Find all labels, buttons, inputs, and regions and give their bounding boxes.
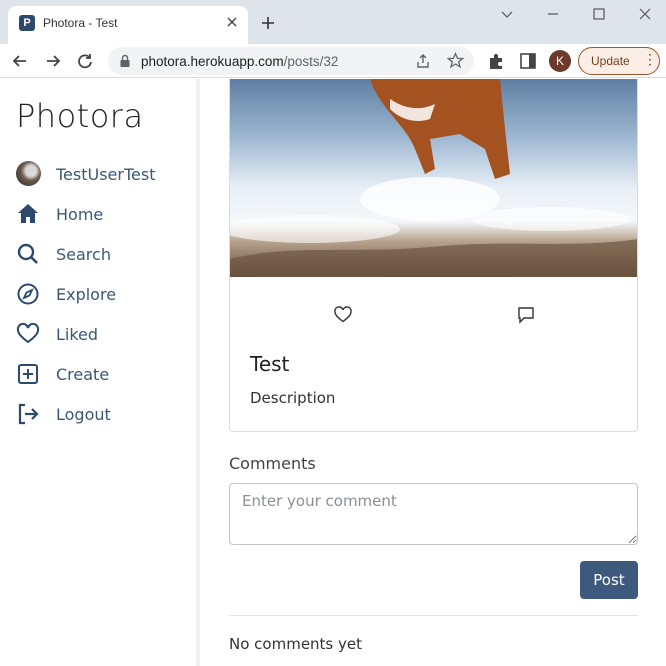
sidebar-item-label: TestUserTest <box>56 165 156 184</box>
post-comment-button[interactable]: Post <box>580 561 638 599</box>
comments-heading: Comments <box>229 454 316 473</box>
sidebar-item-profile[interactable]: TestUserTest <box>16 161 186 187</box>
sidebar-item-label: Logout <box>56 405 111 424</box>
browser-tab[interactable]: P Photora - Test <box>8 6 248 44</box>
like-heart-icon[interactable] <box>333 305 353 325</box>
logout-icon <box>18 403 39 425</box>
browser-tabstrip: P Photora - Test <box>0 0 666 44</box>
profile-avatar[interactable]: K <box>549 50 571 72</box>
comment-icon[interactable] <box>516 305 536 325</box>
sidebar-item-label: Create <box>56 365 110 384</box>
reload-icon[interactable] <box>74 50 96 72</box>
compass-icon <box>17 283 39 305</box>
main-content: Test Description Comments Post No commen… <box>229 79 638 666</box>
post-title: Test <box>250 352 290 376</box>
post-description: Description <box>250 389 336 407</box>
avatar <box>16 161 41 186</box>
sidebar-item-label: Search <box>56 245 111 264</box>
heart-icon <box>16 322 40 344</box>
sidebar-item-logout[interactable]: Logout <box>16 401 186 427</box>
sidebar-item-create[interactable]: Create <box>16 361 186 387</box>
post-card: Test Description <box>229 79 638 432</box>
side-panel-icon[interactable] <box>517 50 539 72</box>
browser-toolbar: photora.herokuapp.com/posts/32 K Update … <box>0 44 666 78</box>
search-icon <box>17 243 38 264</box>
post-actions <box>230 277 637 349</box>
close-window-icon[interactable] <box>635 4 655 24</box>
sidebar-item-explore[interactable]: Explore <box>16 281 186 307</box>
share-icon[interactable] <box>415 53 431 69</box>
tab-title: Photora - Test <box>43 16 118 30</box>
close-tab-icon[interactable] <box>224 14 240 30</box>
sidebar-item-home[interactable]: Home <box>16 201 186 227</box>
sidebar-item-label: Explore <box>56 285 117 304</box>
sidebar-item-search[interactable]: Search <box>16 241 186 267</box>
divider <box>229 615 638 616</box>
url-text[interactable]: photora.herokuapp.com/posts/32 <box>141 54 338 69</box>
sidebar: Photora TestUserTest Home Search Explore… <box>0 79 200 666</box>
tab-search-icon[interactable] <box>497 4 517 24</box>
forward-icon[interactable] <box>42 50 64 72</box>
lock-icon[interactable] <box>119 54 131 68</box>
more-vert-icon: ⋮ <box>643 51 657 67</box>
sidebar-item-label: Liked <box>56 325 99 344</box>
favicon-icon: P <box>19 15 35 31</box>
comment-input[interactable] <box>229 483 638 545</box>
update-button[interactable]: Update ⋮ <box>578 47 660 75</box>
bookmark-star-icon[interactable] <box>447 52 464 69</box>
maximize-icon[interactable] <box>589 4 609 24</box>
plus-square-icon <box>18 364 38 384</box>
page: Photora TestUserTest Home Search Explore… <box>0 79 666 666</box>
home-icon <box>18 204 38 223</box>
back-icon[interactable] <box>9 50 31 72</box>
update-label: Update <box>591 54 630 68</box>
sidebar-item-label: Home <box>56 205 104 224</box>
address-bar[interactable]: photora.herokuapp.com/posts/32 <box>108 47 474 75</box>
sidebar-item-liked[interactable]: Liked <box>16 321 186 347</box>
empty-comments-text: No comments yet <box>229 635 363 653</box>
app-logo[interactable]: Photora <box>16 97 144 135</box>
minimize-icon[interactable] <box>543 4 563 24</box>
extensions-icon[interactable] <box>485 50 507 72</box>
new-tab-icon[interactable] <box>258 13 278 33</box>
post-image <box>230 79 637 277</box>
